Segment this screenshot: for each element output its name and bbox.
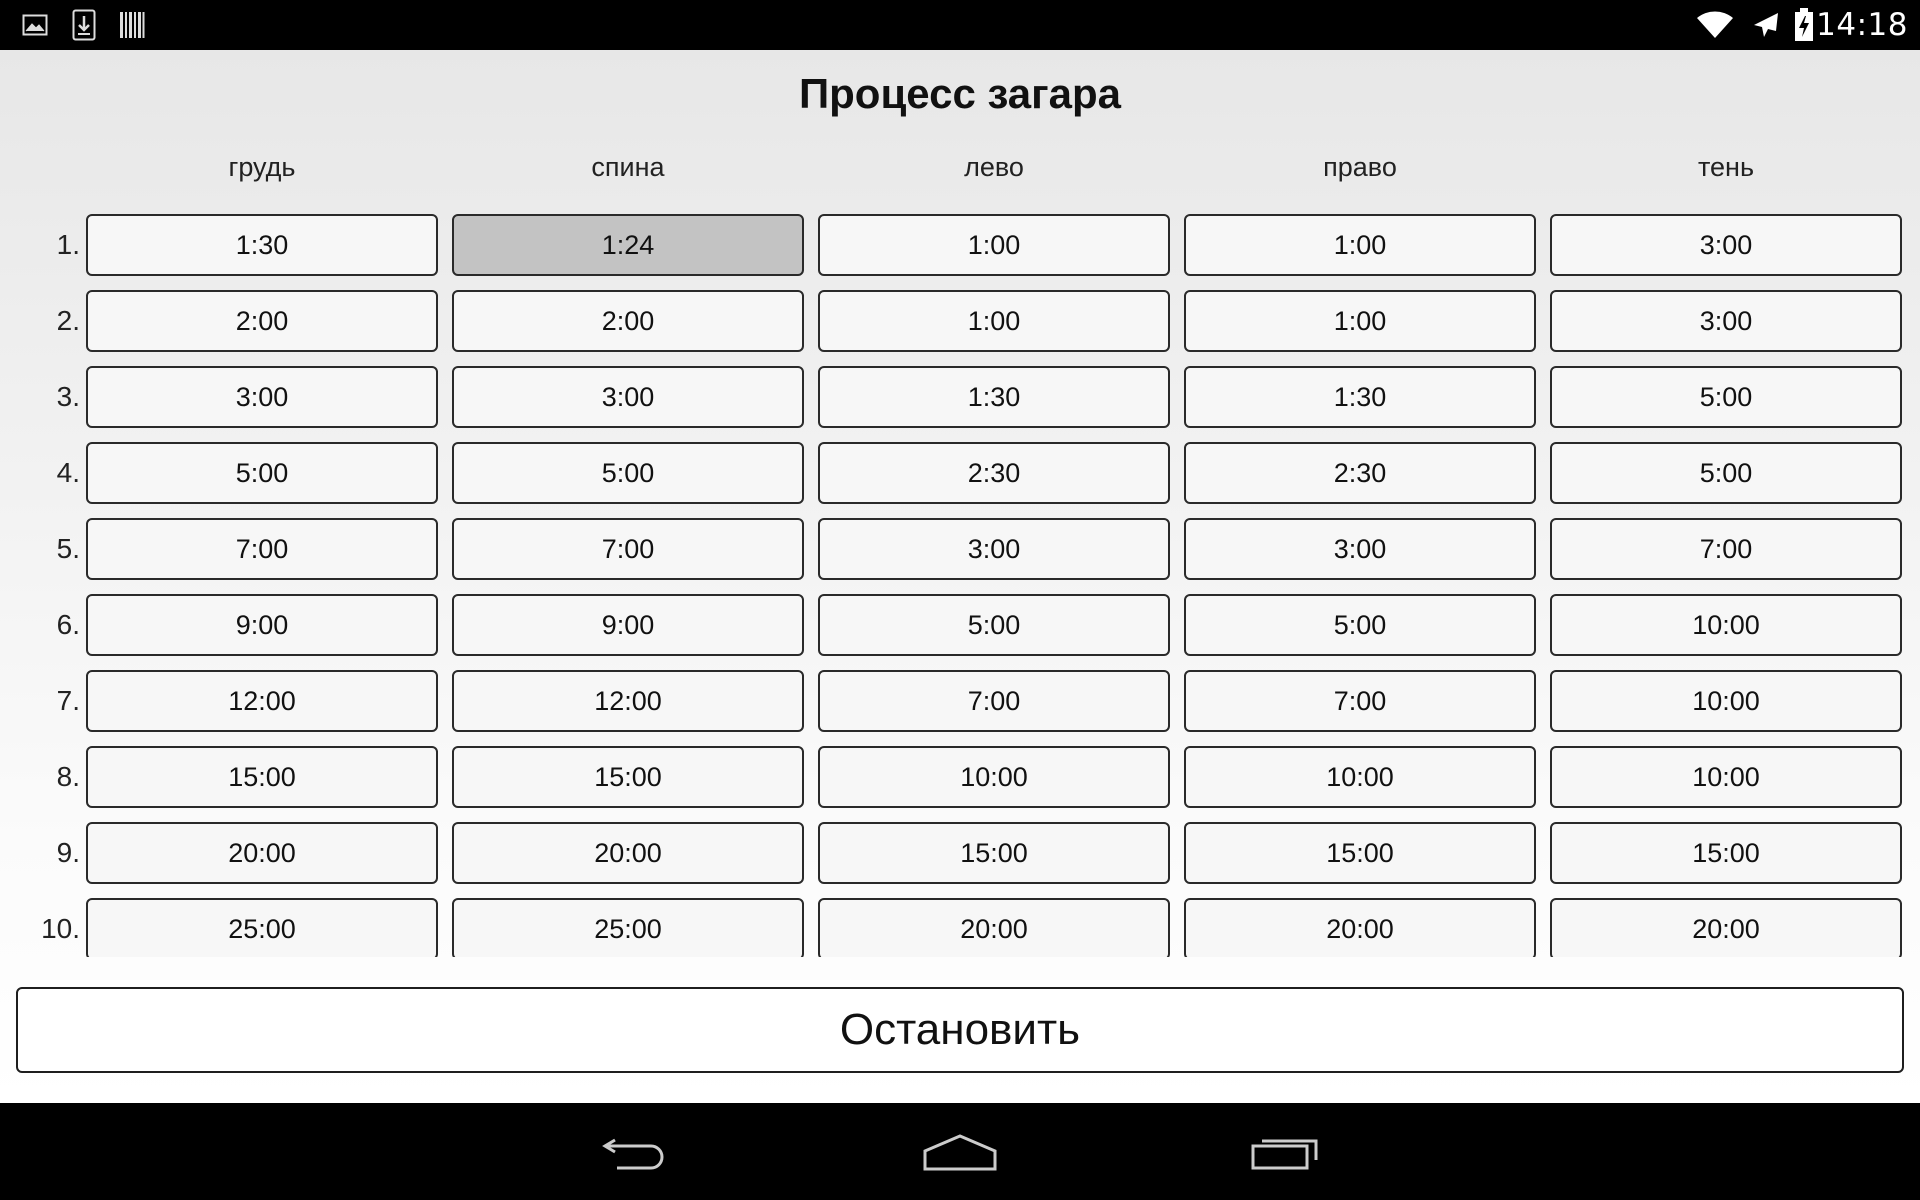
time-cell-right-5[interactable]: 3:00: [1184, 518, 1536, 580]
back-icon[interactable]: [576, 1103, 696, 1200]
time-cell-shade-2[interactable]: 3:00: [1550, 290, 1902, 352]
row-number: 1.: [56, 229, 80, 260]
recent-apps-icon[interactable]: [1226, 1103, 1346, 1200]
time-cell-left-4[interactable]: 2:30: [818, 442, 1170, 504]
row-number: 3.: [56, 381, 80, 412]
row-number: 5.: [56, 533, 80, 564]
time-cell-chest-6[interactable]: 9:00: [86, 594, 438, 656]
time-cell-chest-4[interactable]: 5:00: [86, 442, 438, 504]
time-cell-shade-4[interactable]: 5:00: [1550, 442, 1902, 504]
status-bar: 14:18: [0, 0, 1920, 50]
time-cell-back-9[interactable]: 20:00: [452, 822, 804, 884]
gallery-icon: [22, 0, 48, 50]
time-cell-right-10[interactable]: 20:00: [1184, 898, 1536, 957]
time-cell-left-8[interactable]: 10:00: [818, 746, 1170, 808]
time-cell-left-7[interactable]: 7:00: [818, 670, 1170, 732]
barcode-icon: [119, 0, 145, 50]
time-cell-right-4[interactable]: 2:30: [1184, 442, 1536, 504]
navigation-bar: [0, 1103, 1920, 1200]
stop-button[interactable]: Остановить: [16, 987, 1904, 1073]
wifi-icon: [1696, 0, 1734, 50]
time-cell-right-7[interactable]: 7:00: [1184, 670, 1536, 732]
time-cell-left-5[interactable]: 3:00: [818, 518, 1170, 580]
row-number: 6.: [56, 609, 80, 640]
download-icon: [72, 0, 96, 50]
page-title: Процесс загара: [798, 70, 1122, 117]
airplane-mode-icon: [1750, 0, 1782, 50]
time-cell-back-8[interactable]: 15:00: [452, 746, 804, 808]
time-cell-left-2[interactable]: 1:00: [818, 290, 1170, 352]
time-cell-back-3[interactable]: 3:00: [452, 366, 804, 428]
row-number: 2.: [56, 305, 80, 336]
time-cell-right-2[interactable]: 1:00: [1184, 290, 1536, 352]
time-cell-chest-3[interactable]: 3:00: [86, 366, 438, 428]
status-clock: 14:18: [1816, 7, 1908, 43]
time-cell-left-3[interactable]: 1:30: [818, 366, 1170, 428]
battery-charging-icon: [1794, 0, 1814, 50]
column-header-right: право: [1323, 152, 1397, 182]
time-cell-back-5[interactable]: 7:00: [452, 518, 804, 580]
time-cell-shade-6[interactable]: 10:00: [1550, 594, 1902, 656]
time-cell-shade-7[interactable]: 10:00: [1550, 670, 1902, 732]
time-cell-right-3[interactable]: 1:30: [1184, 366, 1536, 428]
time-cell-shade-3[interactable]: 5:00: [1550, 366, 1902, 428]
time-cell-shade-1[interactable]: 3:00: [1550, 214, 1902, 276]
time-cell-back-4[interactable]: 5:00: [452, 442, 804, 504]
row-number: 4.: [56, 457, 80, 488]
row-number: 9.: [56, 837, 80, 868]
time-cell-chest-9[interactable]: 20:00: [86, 822, 438, 884]
time-cell-shade-5[interactable]: 7:00: [1550, 518, 1902, 580]
time-cell-chest-8[interactable]: 15:00: [86, 746, 438, 808]
time-cell-back-10[interactable]: 25:00: [452, 898, 804, 957]
column-header-shade: тень: [1697, 152, 1755, 182]
column-header-left: лево: [964, 152, 1024, 182]
time-cell-shade-8[interactable]: 10:00: [1550, 746, 1902, 808]
time-cell-shade-10[interactable]: 20:00: [1550, 898, 1902, 957]
time-cell-back-1[interactable]: 1:24: [452, 214, 804, 276]
time-cell-back-6[interactable]: 9:00: [452, 594, 804, 656]
time-cell-chest-7[interactable]: 12:00: [86, 670, 438, 732]
time-cell-left-6[interactable]: 5:00: [818, 594, 1170, 656]
time-cell-right-1[interactable]: 1:00: [1184, 214, 1536, 276]
column-header-chest: грудь: [228, 152, 296, 182]
time-cell-chest-1[interactable]: 1:30: [86, 214, 438, 276]
tanning-schedule-grid: 1. 1:30 1:24 1:00 1:00 3:00 2. 2:00 2:00 1:00 1:00…: [0, 212, 1920, 957]
row-number: 8.: [56, 761, 80, 792]
time-cell-chest-10[interactable]: 25:00: [86, 898, 438, 957]
app-screen: Процесс загара грудь спина лево право те…: [0, 50, 1920, 1103]
time-cell-right-8[interactable]: 10:00: [1184, 746, 1536, 808]
time-cell-back-7[interactable]: 12:00: [452, 670, 804, 732]
home-icon[interactable]: [900, 1103, 1020, 1200]
time-cell-shade-9[interactable]: 15:00: [1550, 822, 1902, 884]
time-cell-chest-5[interactable]: 7:00: [86, 518, 438, 580]
time-cell-right-9[interactable]: 15:00: [1184, 822, 1536, 884]
row-number: 7.: [56, 685, 80, 716]
column-header-back: спина: [591, 152, 665, 182]
time-cell-chest-2[interactable]: 2:00: [86, 290, 438, 352]
time-cell-left-1[interactable]: 1:00: [818, 214, 1170, 276]
row-number: 10.: [41, 913, 80, 944]
time-cell-right-6[interactable]: 5:00: [1184, 594, 1536, 656]
time-cell-left-9[interactable]: 15:00: [818, 822, 1170, 884]
time-cell-back-2[interactable]: 2:00: [452, 290, 804, 352]
time-cell-left-10[interactable]: 20:00: [818, 898, 1170, 957]
